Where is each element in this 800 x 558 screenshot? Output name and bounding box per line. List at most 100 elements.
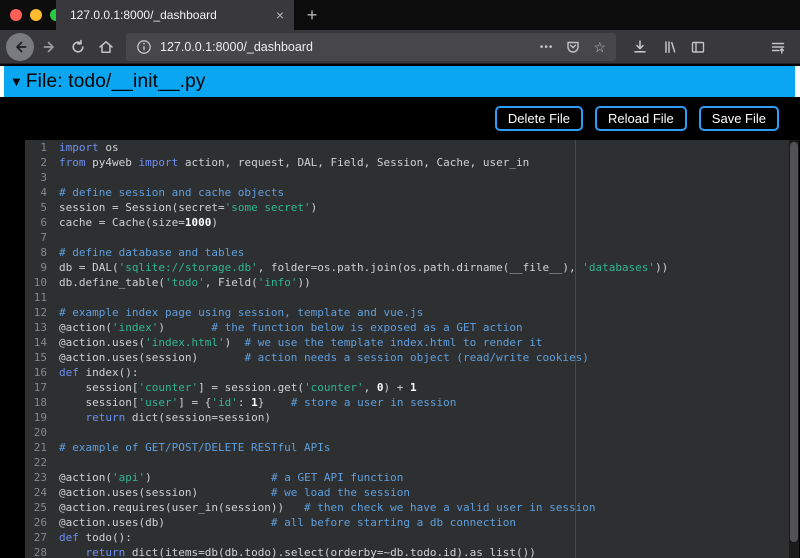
code-line[interactable]: 18 session['user'] = {'id': 1} # store a… [25, 395, 789, 410]
code-line[interactable]: 3 [25, 170, 789, 185]
save-file-button[interactable]: Save File [699, 106, 779, 131]
code-text: session['counter'] = session.get('counte… [59, 380, 417, 395]
pocket-icon[interactable] [565, 39, 581, 55]
code-line[interactable]: 28 return dict(items=db(db.todo).select(… [25, 545, 789, 558]
bookmark-star-icon[interactable]: ☆ [593, 39, 606, 56]
code-line[interactable]: 19 return dict(session=session) [25, 410, 789, 425]
line-number: 14 [25, 335, 47, 350]
window-titlebar: 127.0.0.1:8000/_dashboard × + [0, 0, 800, 30]
code-text: def todo(): [59, 530, 132, 545]
code-line[interactable]: 20 [25, 425, 789, 440]
code-line[interactable]: 2 from py4web import action, request, DAL… [25, 155, 789, 170]
new-tab-button[interactable]: + [301, 4, 323, 26]
reload-button[interactable] [70, 39, 86, 55]
line-number: 10 [25, 275, 47, 290]
tab-close-icon[interactable]: × [272, 7, 288, 23]
code-text: # define session and cache objects [59, 185, 284, 200]
file-header-bar[interactable]: ▼ File: todo/__init__.py [4, 66, 795, 97]
scrollbar-thumb[interactable] [790, 142, 798, 542]
line-number: 12 [25, 305, 47, 320]
code-line[interactable]: 13@action('index') # the function below … [25, 320, 789, 335]
menu-button[interactable] [770, 39, 786, 55]
delete-file-button[interactable]: Delete File [495, 106, 583, 131]
code-editor[interactable]: 1import os2 from py4web import action, re… [25, 140, 789, 558]
code-text: def index(): [59, 365, 138, 380]
line-number: 27 [25, 530, 47, 545]
code-text: from py4web import action, request, DAL,… [59, 155, 529, 170]
line-number: 1 [25, 140, 47, 155]
sidebar-icon [690, 39, 706, 55]
code-line[interactable]: 4 # define session and cache objects [25, 185, 789, 200]
header-row: ▼ File: todo/__init__.py [0, 66, 800, 97]
downloads-button[interactable] [632, 39, 648, 55]
url-text[interactable]: 127.0.0.1:8000/_dashboard [160, 40, 313, 54]
code-line[interactable]: 21# example of GET/POST/DELETE RESTful A… [25, 440, 789, 455]
code-text: return dict(items=db(db.todo).select(ord… [59, 545, 536, 558]
code-text: @action.uses('index.html') # we use the … [59, 335, 542, 350]
page-actions-icon[interactable]: ••• [540, 42, 554, 53]
forward-icon [42, 39, 58, 55]
line-number: 24 [25, 485, 47, 500]
code-lines: 1import os2 from py4web import action, re… [25, 140, 789, 558]
code-text: session = Session(secret='some secret') [59, 200, 317, 215]
code-line[interactable]: 9db = DAL('sqlite://storage.db', folder=… [25, 260, 789, 275]
line-number: 6 [25, 215, 47, 230]
library-button[interactable] [662, 39, 678, 55]
line-number: 17 [25, 380, 47, 395]
code-line[interactable]: 23 @action('api') # a GET API function [25, 470, 789, 485]
site-info-icon[interactable] [136, 39, 152, 55]
code-line[interactable]: 15 @action.uses(session) # action needs a… [25, 350, 789, 365]
line-number: 23 [25, 470, 47, 485]
close-window-icon[interactable] [10, 9, 22, 21]
code-line[interactable]: 26@action.uses(db) # all before starting… [25, 515, 789, 530]
code-text: @action.requires(user_in(session)) # the… [59, 500, 595, 515]
code-line[interactable]: 17 session['counter'] = session.get('cou… [25, 380, 789, 395]
code-line[interactable]: 16 def index(): [25, 365, 789, 380]
code-line[interactable]: 11 [25, 290, 789, 305]
download-icon [632, 39, 648, 55]
line-number: 8 [25, 245, 47, 260]
code-text: db.define_table('todo', Field('info')) [59, 275, 311, 290]
line-number: 16 [25, 365, 47, 380]
code-line[interactable]: 12# example index page using session, te… [25, 305, 789, 320]
code-line[interactable]: 5 session = Session(secret='some secret') [25, 200, 789, 215]
code-line[interactable]: 8# define database and tables [25, 245, 789, 260]
code-text: session['user'] = {'id': 1} # store a us… [59, 395, 456, 410]
back-button[interactable] [6, 33, 34, 61]
forward-button[interactable] [42, 39, 58, 55]
reload-file-button[interactable]: Reload File [595, 106, 687, 131]
back-icon [12, 39, 28, 55]
home-button[interactable] [98, 39, 114, 55]
code-text: @action('api') # a GET API function [59, 470, 403, 485]
page-content: ▼ File: todo/__init__.py Delete File Rel… [0, 64, 800, 558]
url-bar[interactable]: 127.0.0.1:8000/_dashboard ••• ☆ [126, 33, 616, 61]
code-text: @action.uses(session) # we load the sess… [59, 485, 410, 500]
browser-tab[interactable]: 127.0.0.1:8000/_dashboard × [56, 0, 294, 30]
line-number: 9 [25, 260, 47, 275]
line-number: 25 [25, 500, 47, 515]
code-line[interactable]: 14 @action.uses('index.html') # we use th… [25, 335, 789, 350]
minimize-window-icon[interactable] [30, 9, 42, 21]
code-line[interactable]: 6cache = Cache(size=1000) [25, 215, 789, 230]
line-number: 20 [25, 425, 47, 440]
library-icon [662, 39, 678, 55]
file-actions: Delete File Reload File Save File [495, 106, 779, 131]
code-line[interactable]: 1import os [25, 140, 789, 155]
line-number: 2 [25, 155, 47, 170]
line-number: 19 [25, 410, 47, 425]
line-number: 4 [25, 185, 47, 200]
code-line[interactable]: 7 [25, 230, 789, 245]
code-line[interactable]: 24 @action.uses(session) # we load the se… [25, 485, 789, 500]
code-line[interactable]: 25 @action.requires(user_in(session)) # t… [25, 500, 789, 515]
line-number: 5 [25, 200, 47, 215]
code-text: @action.uses(session) # action needs a s… [59, 350, 589, 365]
code-line[interactable]: 27 def todo(): [25, 530, 789, 545]
sidebar-button[interactable] [690, 39, 706, 55]
file-header-title: File: todo/__init__.py [26, 71, 206, 93]
collapse-caret-icon[interactable]: ▼ [10, 74, 23, 89]
code-line[interactable]: 10 db.define_table('todo', Field('info')) [25, 275, 789, 290]
line-number: 15 [25, 350, 47, 365]
code-text: return dict(session=session) [59, 410, 271, 425]
code-line[interactable]: 22 [25, 455, 789, 470]
scrollbar-track[interactable] [789, 140, 799, 558]
